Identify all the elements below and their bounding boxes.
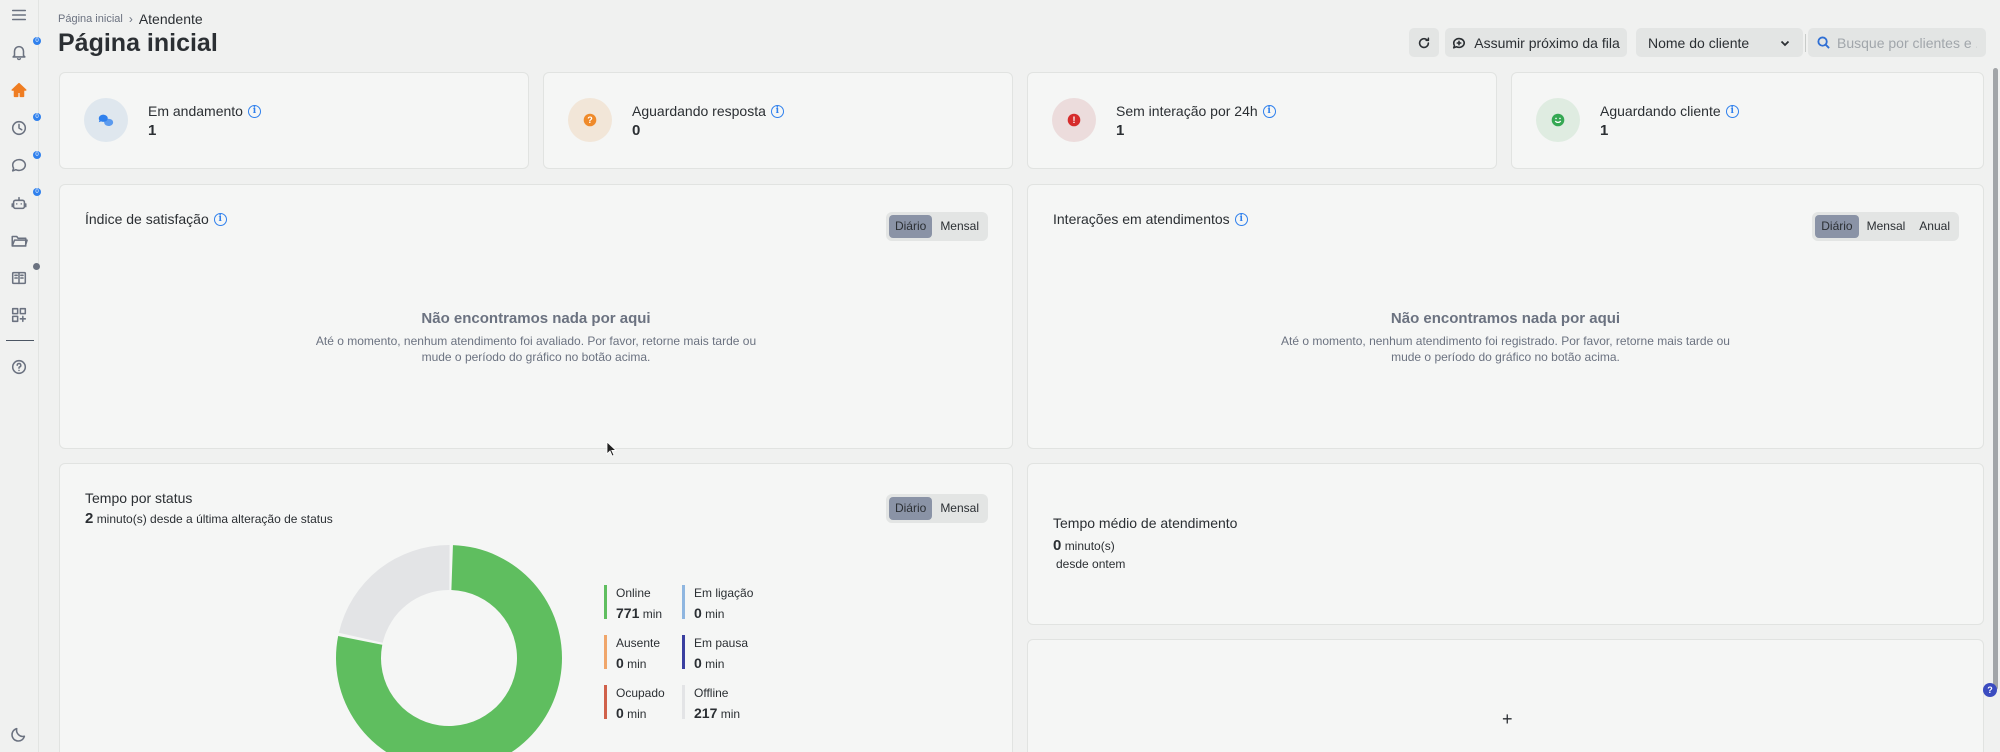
mouse-cursor-icon — [606, 441, 618, 457]
header-divider — [1805, 34, 1806, 52]
legend-busy: Ocupado 0 min — [604, 685, 665, 721]
avg-time-since: desde ontem — [1056, 557, 1126, 571]
toggle-monthly[interactable]: Mensal — [1861, 215, 1912, 238]
book-icon[interactable] — [9, 268, 29, 288]
stat-value: 0 — [632, 122, 641, 139]
svg-text:!: ! — [1073, 115, 1076, 125]
home-icon[interactable] — [9, 80, 29, 100]
next-in-queue-button[interactable]: Assumir próximo da fila — [1445, 28, 1627, 57]
add-widget-button[interactable]: + — [1502, 709, 1513, 730]
legend-offline: Offline 217 min — [682, 685, 740, 721]
page-title: Página inicial — [58, 29, 218, 57]
sidebar-divider — [6, 340, 34, 341]
client-select[interactable]: Nome do cliente — [1636, 28, 1803, 57]
bell-icon[interactable] — [9, 42, 29, 62]
bot-badge: 0 — [33, 188, 41, 196]
info-icon[interactable]: i — [1262, 104, 1276, 118]
search-icon — [1817, 36, 1830, 49]
info-icon[interactable]: i — [1725, 104, 1739, 118]
svg-text:?: ? — [587, 115, 593, 125]
question-bubble-icon: ? — [568, 98, 612, 142]
empty-text: Até o momento, nenhum atendimento foi av… — [315, 334, 757, 364]
donut-slice-offline — [338, 545, 450, 643]
next-in-queue-label: Assumir próximo da fila — [1474, 34, 1620, 51]
chat-add-icon — [1453, 37, 1466, 49]
breadcrumb: Página inicial › Atendente — [58, 11, 203, 27]
status-donut-chart — [336, 545, 562, 752]
moon-icon[interactable] — [9, 724, 29, 744]
legend-away: Ausente 0 min — [604, 635, 660, 671]
breadcrumb-current: Atendente — [138, 11, 203, 27]
card-title: Tempo por status — [85, 490, 193, 506]
empty-title: Não encontramos nada por aqui — [421, 310, 651, 327]
toggle-daily[interactable]: Diário — [1815, 215, 1859, 238]
search-input[interactable] — [1837, 34, 1977, 51]
smile-bubble-icon — [1536, 98, 1580, 142]
chevron-right-icon: › — [128, 12, 133, 26]
help-icon[interactable] — [9, 357, 29, 377]
notifications-badge: 0 — [33, 37, 41, 45]
legend-online: Online 771 min — [604, 585, 662, 621]
toggle-monthly[interactable]: Mensal — [934, 215, 985, 238]
stat-value: 1 — [148, 122, 157, 139]
info-icon[interactable]: i — [1234, 212, 1248, 226]
empty-text: Até o momento, nenhum atendimento foi re… — [1281, 334, 1730, 364]
empty-title: Não encontramos nada por aqui — [1390, 310, 1621, 327]
sidebar: 0 0 0 0 — [0, 0, 41, 752]
legend-paused: Em pausa 0 min — [682, 635, 748, 671]
stat-label: Aguardando resposta i — [632, 103, 784, 119]
period-toggle: Diário Mensal — [885, 212, 988, 241]
toggle-yearly[interactable]: Anual — [1913, 215, 1956, 238]
alert-bubble-icon: ! — [1052, 98, 1096, 142]
stat-value: 1 — [1600, 122, 1609, 139]
history-badge: 0 — [33, 113, 41, 121]
clock-icon[interactable] — [9, 118, 29, 138]
folder-icon[interactable] — [9, 231, 29, 251]
card-title: Tempo médio de atendimento — [1053, 515, 1238, 531]
stat-card-awaiting-response: ? Aguardando resposta i 0 — [543, 72, 1013, 169]
stat-label: Aguardando cliente i — [1600, 103, 1739, 119]
toggle-daily[interactable]: Diário — [888, 215, 933, 238]
help-float-icon[interactable]: ? — [1983, 683, 1997, 697]
stat-label: Em andamento i — [148, 103, 261, 119]
card-title: Índice de satisfação i — [85, 211, 227, 227]
book-dot — [33, 263, 40, 270]
chevron-down-icon — [1780, 40, 1790, 46]
card-title: Interações em atendimentos i — [1053, 211, 1248, 227]
menu-icon[interactable] — [9, 5, 29, 25]
chat-badge: 0 — [33, 151, 41, 159]
breadcrumb-home[interactable]: Página inicial — [58, 13, 123, 25]
toggle-daily[interactable]: Diário — [888, 497, 933, 520]
period-toggle: Diário Mensal Anual — [1812, 212, 1959, 241]
satisfaction-card: Índice de satisfação i Diário Mensal Não … — [59, 184, 1013, 449]
interactions-card: Interações em atendimentos i Diário Mensa… — [1027, 184, 1984, 449]
stat-label: Sem interação por 24h i — [1116, 103, 1276, 119]
legend-on-call: Em ligação 0 min — [682, 585, 753, 621]
status-subtitle: 2 minuto(s) desde a última alteração de … — [85, 510, 333, 527]
info-icon[interactable]: i — [213, 212, 227, 226]
add-widget-card[interactable]: + — [1027, 639, 1984, 752]
stat-card-in-progress: Em andamento i 1 — [59, 72, 529, 169]
search-box[interactable] — [1808, 28, 1986, 57]
toggle-monthly[interactable]: Mensal — [934, 497, 985, 520]
robot-icon[interactable] — [9, 193, 29, 213]
info-icon[interactable]: i — [247, 104, 261, 118]
chat-icon[interactable] — [9, 155, 29, 175]
period-toggle: Diário Mensal — [885, 494, 988, 523]
info-icon[interactable]: i — [770, 104, 784, 118]
refresh-button[interactable] — [1409, 28, 1439, 57]
avg-time-value: 0 minuto(s) — [1053, 537, 1115, 554]
stat-value: 1 — [1116, 122, 1125, 139]
avg-time-card: Tempo médio de atendimento 0 minuto(s) d… — [1027, 463, 1984, 625]
status-time-card: Tempo por status 2 minuto(s) desde a últ… — [59, 463, 1013, 752]
stat-card-awaiting-client: Aguardando cliente i 1 — [1511, 72, 1984, 169]
refresh-icon — [1418, 36, 1430, 48]
apps-icon[interactable] — [9, 305, 29, 325]
scrollbar[interactable] — [1993, 68, 1998, 690]
stat-card-no-interaction-24h: ! Sem interação por 24h i 1 — [1027, 72, 1497, 169]
chat-bubbles-icon — [84, 98, 128, 142]
client-select-value: Nome do cliente — [1648, 34, 1750, 51]
